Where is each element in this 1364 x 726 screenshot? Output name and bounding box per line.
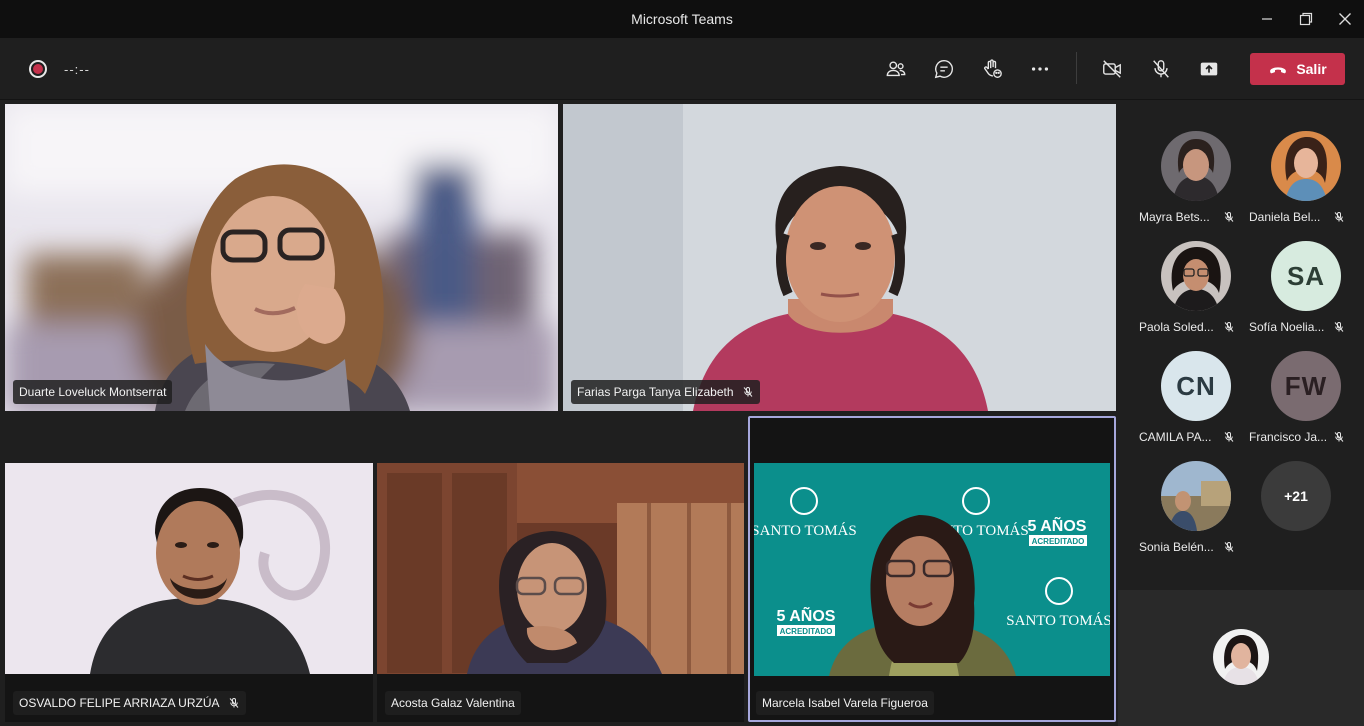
brand-text: SANTO TOMÁS <box>754 522 857 539</box>
participant-name: Farias Parga Tanya Elizabeth <box>577 385 734 399</box>
mic-off-icon <box>1334 432 1344 442</box>
roster-participant[interactable]: FW Francisco Ja... <box>1249 351 1359 461</box>
participant-name: Daniela Bel... <box>1249 210 1321 224</box>
roster-participant-label: Paola Soled... <box>1139 320 1249 334</box>
roster-participant[interactable]: CN CAMILA PA... <box>1139 351 1249 461</box>
mic-off-icon <box>1224 432 1234 442</box>
video-tile[interactable]: Duarte Loveluck Montserrat <box>5 104 558 411</box>
badge-years: 5 AÑOS <box>777 605 836 625</box>
participant-name: OSVALDO FELIPE ARRIAZA URZÚA <box>19 696 220 710</box>
roster-participant-label: Daniela Bel... <box>1249 210 1359 224</box>
self-avatar[interactable] <box>1213 629 1269 685</box>
chat-button[interactable] <box>928 54 960 84</box>
participant-nametag: Duarte Loveluck Montserrat <box>13 380 173 404</box>
avatar-initials: CN <box>1161 351 1231 421</box>
minimize-icon <box>1262 18 1272 20</box>
roster-participant[interactable]: Sonia Belén... <box>1139 461 1249 571</box>
active-speaker-tile[interactable]: SANTO TOMÁS SANTO TOMÁS SANTO TOMÁS 5 AÑ… <box>748 416 1116 722</box>
roster-participant-label: Francisco Ja... <box>1249 430 1359 444</box>
close-button[interactable] <box>1322 0 1364 38</box>
mic-off-icon <box>1334 322 1344 332</box>
participant-name: Francisco Ja... <box>1249 430 1328 444</box>
close-icon <box>1339 13 1351 25</box>
avatar <box>1161 461 1231 531</box>
badge-accredited: ACREDITADO <box>780 627 833 636</box>
participant-nametag: Acosta Galaz Valentina <box>385 691 521 715</box>
participant-nametag: Marcela Isabel Varela Figueroa <box>756 691 934 715</box>
camera-toggle-button[interactable] <box>1096 54 1128 84</box>
chat-icon <box>934 60 953 79</box>
mic-off-icon <box>229 698 238 708</box>
roster-participant-label: CAMILA PA... <box>1139 430 1249 444</box>
participant-name: CAMILA PA... <box>1139 430 1212 444</box>
reactions-button[interactable] <box>976 54 1008 84</box>
participant-video <box>5 463 373 722</box>
mic-off-icon <box>1153 60 1169 78</box>
restore-icon <box>1299 12 1313 26</box>
avatar <box>1271 131 1341 201</box>
roster-participant-label: Mayra Bets... <box>1139 210 1249 224</box>
mic-toggle-button[interactable] <box>1145 54 1177 84</box>
participant-name: Marcela Isabel Varela Figueroa <box>762 696 928 710</box>
participant-nametag: Farias Parga Tanya Elizabeth <box>571 380 760 404</box>
meeting-toolbar: --:-- Salir <box>0 38 1364 100</box>
more-actions-button[interactable] <box>1024 54 1056 84</box>
badge-accredited: ACREDITADO <box>1032 537 1085 546</box>
roster-participant[interactable]: Daniela Bel... <box>1249 131 1359 241</box>
roster-participant[interactable]: Mayra Bets... <box>1139 131 1249 241</box>
more-icon <box>1031 67 1049 71</box>
video-tile[interactable]: Farias Parga Tanya Elizabeth <box>563 104 1116 411</box>
badge-years: 5 AÑOS <box>1028 515 1087 535</box>
mic-off-icon <box>1334 212 1344 222</box>
roster-participant-label: Sonia Belén... <box>1139 540 1249 554</box>
mic-off-icon <box>743 387 752 397</box>
participant-video <box>5 104 558 411</box>
avatar-initials: SA <box>1271 241 1341 311</box>
participants-button[interactable] <box>880 54 912 84</box>
mic-off-icon <box>1224 212 1234 222</box>
record-icon <box>29 60 47 78</box>
window-title: Microsoft Teams <box>631 11 733 27</box>
avatar-initials: FW <box>1271 351 1341 421</box>
video-tile[interactable]: OSVALDO FELIPE ARRIAZA URZÚA <box>5 463 373 722</box>
avatar <box>1161 241 1231 311</box>
share-tray-icon <box>1200 62 1218 76</box>
avatar <box>1161 131 1231 201</box>
participant-nametag: OSVALDO FELIPE ARRIAZA URZÚA <box>13 691 246 715</box>
participant-name: Paola Soled... <box>1139 320 1214 334</box>
title-bar: Microsoft Teams <box>0 0 1364 38</box>
participant-video <box>377 463 744 722</box>
participant-video <box>563 104 1116 411</box>
people-icon <box>886 61 906 77</box>
video-tile[interactable]: Acosta Galaz Valentina <box>377 463 744 722</box>
participant-name: Acosta Galaz Valentina <box>391 696 515 710</box>
raise-hand-icon <box>984 59 1002 78</box>
brand-text: SANTO TOMÁS <box>1006 612 1110 629</box>
speaker-video-area: SANTO TOMÁS SANTO TOMÁS SANTO TOMÁS 5 AÑ… <box>754 463 1110 676</box>
mic-off-icon <box>1224 542 1234 552</box>
leave-label: Salir <box>1296 61 1327 77</box>
more-participants-button[interactable]: +21 <box>1261 461 1331 531</box>
participant-video: SANTO TOMÁS SANTO TOMÁS SANTO TOMÁS 5 AÑ… <box>754 463 1110 676</box>
participant-name: Mayra Bets... <box>1139 210 1210 224</box>
leave-button[interactable]: Salir <box>1250 53 1345 85</box>
roster-participant[interactable]: SA Sofía Noelia... <box>1249 241 1359 351</box>
roster-participant-label: Sofía Noelia... <box>1249 320 1359 334</box>
hang-up-icon <box>1270 67 1287 74</box>
teams-meeting-window: Microsoft Teams --:-- Salir Duarte Lovel… <box>0 0 1364 726</box>
roster-participant[interactable]: Paola Soled... <box>1139 241 1249 351</box>
participant-name: Sofía Noelia... <box>1249 320 1325 334</box>
participant-name: Duarte Loveluck Montserrat <box>19 385 167 399</box>
participant-name: Sonia Belén... <box>1139 540 1214 554</box>
mic-off-icon <box>1224 322 1234 332</box>
toolbar-divider <box>1076 52 1077 84</box>
meeting-timer: --:-- <box>64 62 90 77</box>
camera-off-icon <box>1103 60 1121 78</box>
share-button[interactable] <box>1193 54 1225 84</box>
